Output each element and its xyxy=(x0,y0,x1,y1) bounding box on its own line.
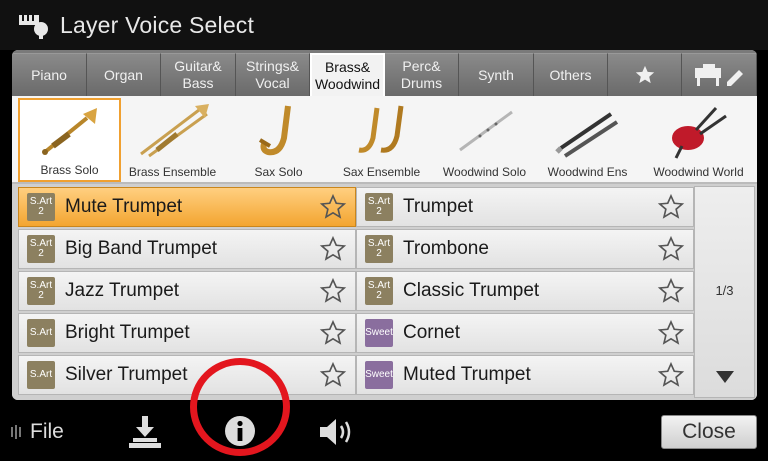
favorite-star-icon[interactable] xyxy=(319,193,347,221)
tab-piano[interactable]: Piano xyxy=(12,53,87,96)
voice-type-badge: S.Art 2 xyxy=(27,193,55,221)
voice-item-mute-trumpet[interactable]: S.Art 2 Mute Trumpet xyxy=(18,187,356,227)
page-down-arrow-icon[interactable] xyxy=(716,371,734,383)
category-woodwind-world[interactable]: Woodwind World xyxy=(647,98,750,182)
trombone-icon xyxy=(139,104,209,158)
voice-type-badge: S.Art xyxy=(27,361,55,389)
highlight-circle-annotation xyxy=(190,358,290,456)
voice-item-trumpet[interactable]: S.Art 2 Trumpet xyxy=(356,187,694,227)
trumpet-icon xyxy=(41,108,97,155)
instrument-edit-icon xyxy=(695,64,743,86)
voice-type-badge: S.Art xyxy=(27,319,55,347)
speaker-volume-icon[interactable] xyxy=(318,416,356,448)
favorite-star-icon[interactable] xyxy=(657,319,685,347)
saxophone-icon xyxy=(258,105,291,156)
voice-list: S.Art 2 Mute Trumpet S.Art 2 Big Band Trum… xyxy=(12,184,757,400)
tab-perc-drums[interactable]: Perc& Drums xyxy=(385,53,459,96)
voice-item-muted-trumpet[interactable]: Sweet Muted Trumpet xyxy=(356,355,694,395)
save-download-icon[interactable] xyxy=(127,414,163,450)
clarinets-icon xyxy=(554,112,618,158)
tab-guitar-bass[interactable]: Guitar& Bass xyxy=(161,53,236,96)
voice-type-badge: S.Art 2 xyxy=(365,277,393,305)
voice-item-cornet[interactable]: Sweet Cornet xyxy=(356,313,694,353)
favorite-star-icon[interactable] xyxy=(657,193,685,221)
tab-brass-woodwind[interactable]: Brass& Woodwind xyxy=(310,53,385,96)
voice-type-badge: S.Art 2 xyxy=(27,235,55,263)
voice-type-badge: S.Art 2 xyxy=(365,235,393,263)
category-brass-solo[interactable]: Brass Solo xyxy=(18,98,121,182)
voice-type-badge: Sweet xyxy=(365,319,393,347)
category-sax-solo[interactable]: Sax Solo xyxy=(227,98,330,182)
category-woodwind-solo[interactable]: Woodwind Solo xyxy=(433,98,536,182)
favorite-star-icon[interactable] xyxy=(319,235,347,263)
voice-item-trombone[interactable]: S.Art 2 Trombone xyxy=(356,229,694,269)
tab-favorite[interactable] xyxy=(608,53,682,96)
voice-item-big-band-trumpet[interactable]: S.Art 2 Big Band Trumpet xyxy=(18,229,356,269)
favorite-star-icon[interactable] xyxy=(319,319,347,347)
star-filled-icon xyxy=(635,65,654,84)
tab-others[interactable]: Others xyxy=(534,53,608,96)
favorite-star-icon[interactable] xyxy=(657,277,685,305)
category-woodwind-ens[interactable]: Woodwind Ens xyxy=(536,98,639,182)
tab-strings-vocal[interactable]: Strings& Vocal xyxy=(236,53,310,96)
title-bar: Layer Voice Select xyxy=(0,0,768,50)
voice-panel: Piano Organ Guitar& Bass Strings& Vocal … xyxy=(12,50,757,400)
bagpipe-icon xyxy=(671,106,727,159)
saxophones-icon xyxy=(358,105,403,153)
category-tabs: Piano Organ Guitar& Bass Strings& Vocal … xyxy=(12,50,757,96)
bottom-bar: File Close xyxy=(0,400,768,461)
voice-item-bright-trumpet[interactable]: S.Art Bright Trumpet xyxy=(18,313,356,353)
page-selector[interactable]: 1/3 xyxy=(694,186,755,398)
category-sax-ensemble[interactable]: Sax Ensemble xyxy=(330,98,433,182)
flute-icon xyxy=(458,110,513,152)
voice-item-jazz-trumpet[interactable]: S.Art 2 Jazz Trumpet xyxy=(18,271,356,311)
tab-user-storage[interactable] xyxy=(682,53,757,96)
page-indicator: 1/3 xyxy=(715,283,734,298)
voice-type-badge: Sweet xyxy=(365,361,393,389)
favorite-star-icon[interactable] xyxy=(319,361,347,389)
favorite-star-icon[interactable] xyxy=(657,361,685,389)
voice-item-silver-trumpet[interactable]: S.Art Silver Trumpet xyxy=(18,355,356,395)
tab-synth[interactable]: Synth xyxy=(459,53,534,96)
close-button[interactable]: Close xyxy=(661,415,757,449)
favorite-star-icon[interactable] xyxy=(319,277,347,305)
voice-item-classic-trumpet[interactable]: S.Art 2 Classic Trumpet xyxy=(356,271,694,311)
sub-category-row: Brass Solo Brass Ensemble Sax Solo Sax E… xyxy=(12,96,757,184)
keyboard-voice-icon xyxy=(16,10,52,40)
category-brass-ensemble[interactable]: Brass Ensemble xyxy=(121,98,224,182)
window-title: Layer Voice Select xyxy=(60,11,255,38)
file-button[interactable]: File xyxy=(10,420,64,444)
voice-type-badge: S.Art 2 xyxy=(365,193,393,221)
grip-icon xyxy=(11,425,21,439)
favorite-star-icon[interactable] xyxy=(657,235,685,263)
tab-organ[interactable]: Organ xyxy=(87,53,161,96)
voice-type-badge: S.Art 2 xyxy=(27,277,55,305)
